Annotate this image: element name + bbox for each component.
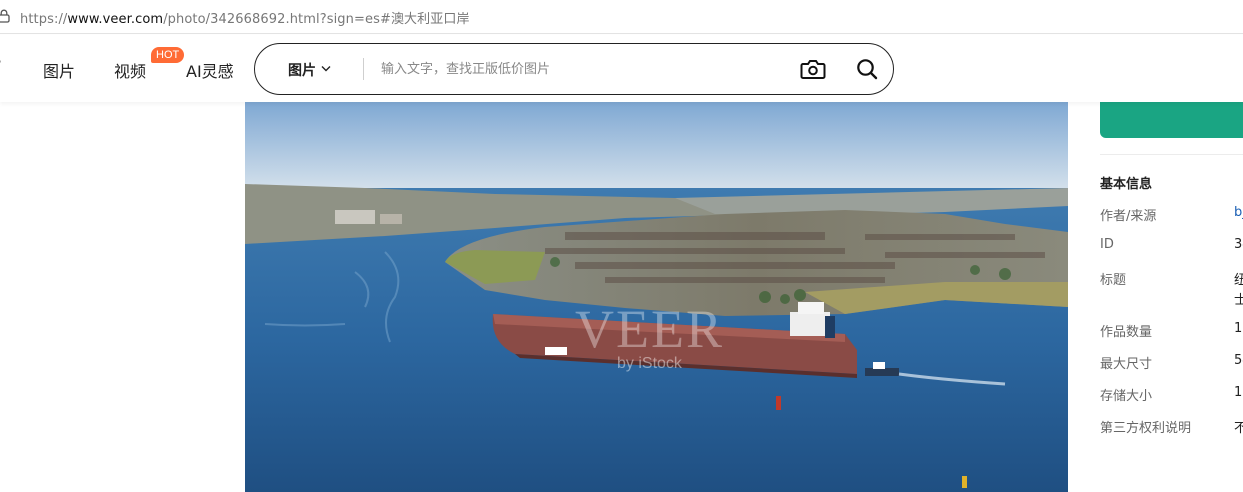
logo[interactable]: ·	[0, 52, 2, 71]
nav-item-video[interactable]: 视频	[114, 58, 146, 82]
search-divider	[363, 58, 364, 80]
info-label-author: 作者/来源	[1100, 209, 1157, 224]
info-value-id: 34	[1234, 237, 1243, 252]
watermark-brand: VEER	[575, 299, 724, 359]
hot-badge: HOT	[151, 47, 185, 63]
main-photo[interactable]: VEER by iStock	[245, 102, 1068, 492]
url-scheme: https://	[20, 12, 68, 27]
info-label-file-size: 存储大小	[1100, 389, 1153, 404]
search-input[interactable]	[381, 57, 761, 81]
info-value-third-party-rights: 不	[1234, 421, 1243, 436]
info-value-works-count: 10	[1234, 321, 1243, 336]
info-value-title-line1: 纽	[1234, 273, 1243, 288]
info-label-works-count: 作品数量	[1100, 325, 1153, 340]
info-label-title: 标题	[1100, 273, 1127, 288]
search-type-select[interactable]: 图片	[288, 60, 316, 80]
photo-image: VEER by iStock	[245, 102, 1068, 492]
download-button[interactable]	[1100, 102, 1243, 138]
search-box: 图片	[254, 43, 894, 95]
url-text[interactable]: https://www.veer.com/photo/342668692.htm…	[20, 8, 470, 27]
info-value-file-size: 1:	[1234, 385, 1243, 400]
chevron-down-icon[interactable]	[321, 65, 331, 72]
site-header: · 图片 视频 HOT AI灵感 图片	[0, 35, 1243, 102]
search-icon[interactable]	[855, 57, 879, 81]
browser-address-bar[interactable]: https://www.veer.com/photo/342668692.htm…	[0, 0, 1243, 34]
info-label-max-size: 最大尺寸	[1100, 357, 1153, 372]
camera-icon[interactable]	[800, 58, 826, 80]
info-section-title: 基本信息	[1100, 177, 1153, 192]
url-path: /photo/342668692.html?sign=es#澳大利亚口岸	[163, 12, 470, 27]
info-value-title-line2: 士	[1234, 293, 1243, 308]
info-value-author[interactable]: bj	[1234, 205, 1243, 220]
url-domain: www.veer.com	[67, 12, 164, 27]
lock-icon	[0, 9, 10, 23]
nav-item-pictures[interactable]: 图片	[43, 58, 75, 82]
info-label-id: ID	[1100, 237, 1114, 252]
info-value-max-size: 54	[1234, 353, 1243, 368]
watermark-sub: by iStock	[617, 355, 683, 372]
nav-item-ai-inspiration[interactable]: AI灵感	[186, 58, 234, 82]
panel-divider	[1100, 154, 1243, 155]
info-label-third-party-rights: 第三方权利说明	[1100, 421, 1192, 436]
